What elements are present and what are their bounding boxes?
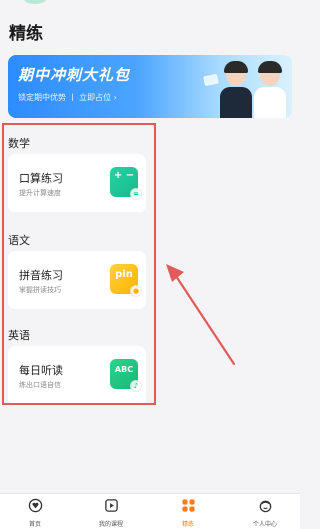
calculator-icon: + − = <box>110 167 142 200</box>
card-subtitle: 提升计算速度 <box>19 189 61 197</box>
card-title: 每日听读 <box>19 364 63 377</box>
section-label-english: 英语 <box>8 329 30 342</box>
icon-text: ABC <box>114 365 134 374</box>
home-icon <box>28 498 42 513</box>
card-title: 拼音练习 <box>19 269 63 282</box>
tab-profile[interactable]: 个人中心 <box>235 498 295 528</box>
teacher-image-male <box>254 61 286 118</box>
section-label-chinese: 语文 <box>8 234 30 247</box>
pinyin-icon: pin ● <box>110 264 142 297</box>
top-decoration <box>24 0 46 4</box>
tab-label: 首页 <box>28 521 41 528</box>
mic-badge-icon: ● <box>130 285 142 297</box>
audio-badge-icon: ♪ <box>130 380 142 392</box>
equals-badge-icon: = <box>130 188 142 200</box>
annotation-arrow-icon <box>166 264 236 366</box>
tab-home[interactable]: 首页 <box>5 498 65 528</box>
video-play-icon <box>104 499 118 512</box>
bottom-tab-bar: 首页 我的课程 精练 个人中心 <box>0 493 300 529</box>
grid-icon <box>181 499 195 512</box>
card-decoration <box>203 73 219 87</box>
banner-title: 期中冲刺大礼包 <box>18 66 131 84</box>
promo-banner[interactable]: 期中冲刺大礼包 锁定期中优势 丨 立即占位 › <box>8 55 292 118</box>
abc-icon: ABC ♪ <box>110 359 142 392</box>
card-subtitle: 练出口语自信 <box>19 381 61 389</box>
icon-text: pin <box>115 269 133 280</box>
tab-label: 个人中心 <box>252 521 277 528</box>
tab-my-courses[interactable]: 我的课程 <box>81 498 141 528</box>
tab-label: 我的课程 <box>98 521 123 528</box>
teacher-image-female <box>220 61 252 118</box>
tab-label: 精练 <box>181 521 194 528</box>
section-label-math: 数学 <box>8 137 30 150</box>
card-subtitle: 掌握拼读技巧 <box>19 286 61 294</box>
practice-card-pinyin[interactable]: 拼音练习 掌握拼读技巧 pin ● <box>8 251 146 309</box>
card-title: 口算练习 <box>19 172 63 185</box>
practice-card-mental-math[interactable]: 口算练习 提升计算速度 + − = <box>8 154 146 212</box>
banner-subtitle[interactable]: 锁定期中优势 丨 立即占位 › <box>18 92 117 103</box>
user-face-icon <box>259 500 271 513</box>
practice-card-listening[interactable]: 每日听读 练出口语自信 ABC ♪ <box>8 346 146 404</box>
page-title: 精练 <box>9 24 43 44</box>
icon-text: + − <box>113 170 135 181</box>
tab-practice[interactable]: 精练 <box>158 498 218 528</box>
